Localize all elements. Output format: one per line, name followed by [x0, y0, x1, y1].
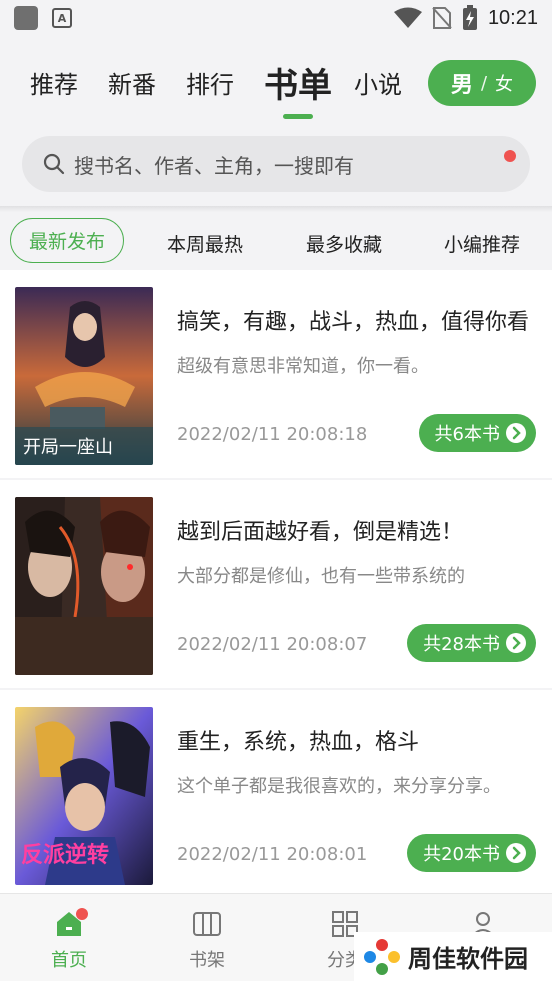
filter-bar: 最新发布 本周最热 最多收藏 小编推荐: [0, 218, 552, 264]
search-placeholder: 搜书名、作者、主角，一搜即有: [74, 153, 354, 178]
no-sim-icon: [432, 7, 452, 29]
chevron-right-icon: [506, 843, 526, 863]
search-icon: [43, 153, 65, 175]
tab-ranking[interactable]: 排行: [186, 65, 234, 100]
filter-weekly-hot[interactable]: 本周最热: [167, 230, 243, 257]
wifi-icon: [393, 7, 422, 28]
booklist-title: 搞笑，有趣，战斗，热血，值得你看: [177, 310, 530, 335]
header-divider: [0, 206, 552, 212]
booklist-date: 2022/02/11 20:08:01: [177, 844, 368, 865]
bookshelf-icon: [193, 912, 221, 936]
gender-female[interactable]: 女: [495, 70, 513, 96]
watermark-text: 周佳软件园: [408, 945, 528, 973]
cover-title: 反派逆转: [21, 842, 109, 868]
top-tabs: 推荐 新番 排行 书单 小说 男 / 女: [0, 52, 552, 112]
cover-title: 开局一座山: [23, 437, 113, 458]
gender-separator: /: [480, 72, 488, 94]
book-count-label: 共20本书: [423, 844, 500, 865]
nav-bookshelf-label: 书架: [189, 950, 225, 971]
filter-most-favorited[interactable]: 最多收藏: [306, 230, 382, 257]
nav-home-label: 首页: [51, 950, 87, 971]
watermark-logo-icon: [364, 938, 400, 975]
notification-dot: [504, 150, 516, 162]
tab-new[interactable]: 新番: [108, 65, 156, 100]
book-count-label: 共6本书: [434, 424, 500, 445]
booklist-description: 大部分都是修仙，也有一些带系统的: [177, 566, 465, 587]
filter-latest[interactable]: 最新发布: [10, 218, 125, 263]
booklist-title: 越到后面越好看，倒是精选！: [177, 520, 464, 545]
tab-recommend[interactable]: 推荐: [30, 65, 78, 100]
booklist-date: 2022/02/11 20:08:07: [177, 634, 368, 655]
tab-booklist[interactable]: 书单: [264, 58, 332, 107]
book-count-button[interactable]: 共20本书: [407, 834, 536, 872]
list-item[interactable]: 越到后面越好看，倒是精选！ 大部分都是修仙，也有一些带系统的 2022/02/1…: [0, 480, 552, 688]
battery-charging-icon: [462, 5, 477, 30]
booklist-title: 重生，系统，热血，格斗: [177, 730, 420, 755]
booklist-description: 这个单子都是我很喜欢的，来分享分享。: [177, 776, 501, 797]
app-icon: [14, 6, 38, 30]
book-count-button[interactable]: 共6本书: [418, 414, 536, 452]
tab-novel[interactable]: 小说: [354, 65, 402, 100]
cover-image[interactable]: 开局一座山: [15, 287, 153, 465]
a-icon: A: [52, 8, 72, 28]
list-item[interactable]: 开局一座山 搞笑，有趣，战斗，热血，值得你看 超级有意思非常知道，你一看。 20…: [0, 270, 552, 478]
gender-toggle[interactable]: 男 / 女: [428, 60, 536, 106]
list-item[interactable]: 反派逆转 重生，系统，热血，格斗 这个单子都是我很喜欢的，来分享分享。 2022…: [0, 690, 552, 896]
nav-bookshelf[interactable]: 书架: [172, 908, 242, 972]
watermark: 周佳软件园: [354, 932, 552, 981]
cover-image[interactable]: 反派逆转: [15, 707, 153, 885]
filter-editor-picks[interactable]: 小编推荐: [444, 230, 520, 257]
cover-image[interactable]: [15, 497, 153, 675]
search-input[interactable]: 搜书名、作者、主角，一搜即有: [22, 136, 530, 192]
book-count-label: 共28本书: [423, 634, 500, 655]
notification-dot: [76, 908, 88, 920]
gender-male[interactable]: 男: [451, 67, 473, 99]
book-count-button[interactable]: 共28本书: [407, 624, 536, 662]
status-time: 10:21: [487, 6, 538, 29]
booklist-date: 2022/02/11 20:08:18: [177, 424, 368, 445]
status-bar: A 10:21: [0, 0, 552, 36]
nav-home[interactable]: 首页: [34, 908, 104, 972]
booklist-description: 超级有意思非常知道，你一看。: [177, 356, 429, 377]
chevron-right-icon: [506, 633, 526, 653]
chevron-right-icon: [506, 423, 526, 443]
